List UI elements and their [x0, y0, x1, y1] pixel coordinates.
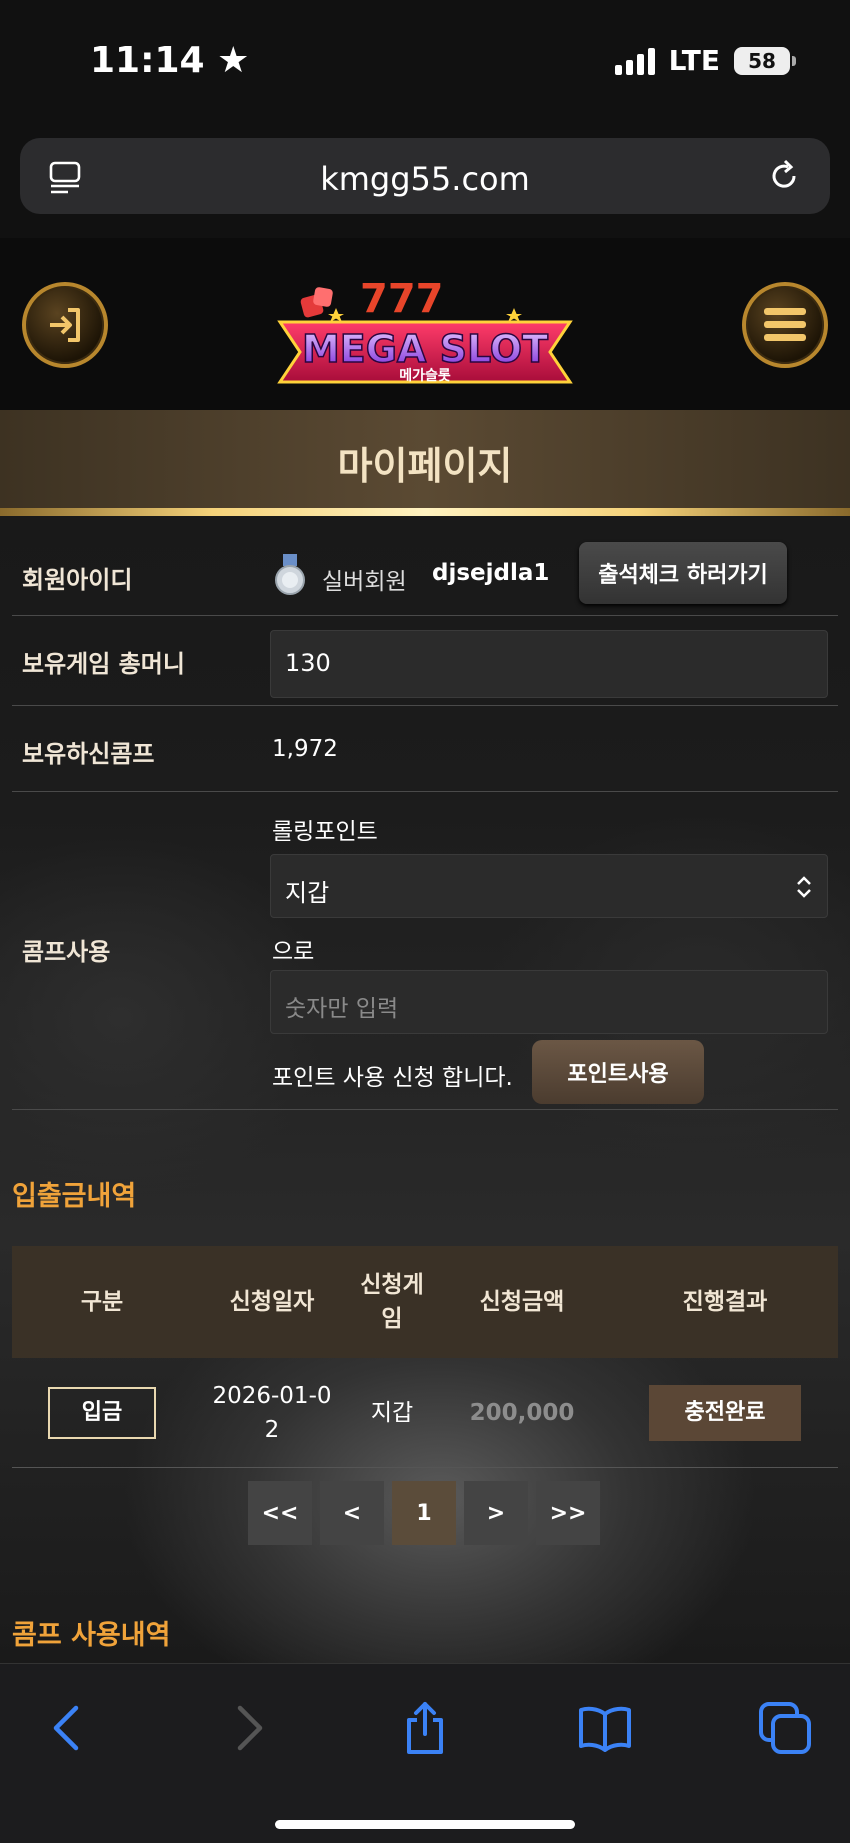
table-row: 입금 2026-01-02 지갑 200,000 충전완료 [12, 1358, 838, 1468]
forward-icon[interactable] [220, 1700, 276, 1756]
status-time: 11:14 ★ [90, 40, 250, 81]
point-amount-input[interactable]: 숫자만 입력 [270, 970, 828, 1034]
attendance-check-button[interactable]: 출석체크 하러가기 [579, 542, 787, 604]
deposit-badge: 입금 [48, 1387, 156, 1439]
bookmarks-icon[interactable] [577, 1700, 633, 1756]
comp-use-label: 콤프사용 [22, 938, 111, 966]
use-point-button[interactable]: 포인트사용 [532, 1040, 704, 1104]
member-id-row: 회원아이디 실버회원 djsejdla1 출석체크 하러가기 [12, 530, 838, 616]
comp-balance-label: 보유하신콤프 [22, 740, 155, 768]
url-text[interactable]: kmgg55.com [20, 160, 830, 198]
status-bar: 11:14 ★ LTE 58 [0, 0, 850, 128]
cell-amount: 200,000 [469, 1400, 575, 1426]
header-game: 신청게임 [360, 1272, 424, 1332]
hamburger-icon [764, 308, 806, 341]
tabs-icon[interactable] [757, 1700, 813, 1756]
comp-history-title: 콤프 사용내역 [12, 1620, 171, 1651]
address-bar[interactable]: kmgg55.com [20, 138, 830, 214]
member-id-label: 회원아이디 [22, 566, 133, 594]
header-type: 구분 [80, 1289, 124, 1315]
header-date: 신청일자 [229, 1289, 315, 1315]
apply-text: 포인트 사용 신청 합니다. [272, 1065, 513, 1091]
menu-button[interactable] [742, 282, 828, 368]
page-title: 마이페이지 [0, 410, 850, 514]
silver-medal-icon [275, 554, 305, 595]
comp-balance-row: 보유하신콤프 1,972 [12, 706, 838, 792]
game-money-label: 보유게임 총머니 [22, 650, 185, 678]
transactions-table-header: 구분 신청일자 신청게임 신청금액 진행결과 [12, 1246, 838, 1358]
share-icon[interactable] [397, 1700, 453, 1756]
mega-slot-logo[interactable]: 777 MEGA SLOT 메가슬롯 [270, 252, 580, 400]
page-next-button[interactable]: > [464, 1481, 528, 1545]
cell-type: 입금 [12, 1358, 192, 1468]
to-label: 으로 [272, 939, 315, 965]
page-current-button[interactable]: 1 [392, 1481, 456, 1545]
site-header: 777 MEGA SLOT 메가슬롯 [0, 238, 850, 410]
svg-text:777: 777 [360, 276, 444, 322]
home-indicator[interactable] [275, 1820, 575, 1829]
transactions-title: 입출금내역 [12, 1181, 137, 1212]
header-amount: 신청금액 [479, 1289, 565, 1315]
game-money-field[interactable]: 130 [270, 630, 828, 698]
login-button[interactable] [22, 282, 108, 368]
battery-icon: 58 [734, 46, 796, 75]
browser-toolbar [0, 1663, 850, 1843]
page-prev-button[interactable]: < [320, 1481, 384, 1545]
signal-icon [614, 47, 655, 75]
page-content: 777 MEGA SLOT 메가슬롯 마이페이지 회원아이디 실버회원 djse… [0, 238, 850, 1663]
reload-icon[interactable] [766, 158, 802, 194]
cell-date: 2026-01-02 [212, 1383, 332, 1443]
pagination: << < 1 > >> [248, 1481, 600, 1545]
wallet-select[interactable]: 지갑 [270, 854, 828, 918]
cell-status: 충전완료 [612, 1358, 838, 1468]
select-arrows-icon [797, 876, 811, 898]
gold-divider [0, 508, 850, 516]
star-icon: ★ [217, 40, 250, 81]
comp-use-row: 콤프사용 롤링포인트 지갑 으로 숫자만 입력 포인트 사용 신청 합니다. 포… [12, 792, 838, 1110]
page-last-button[interactable]: >> [536, 1481, 600, 1545]
rolling-point-label: 롤링포인트 [272, 819, 378, 845]
game-money-row: 보유게임 총머니 130 [12, 616, 838, 706]
status-badge: 충전완료 [649, 1385, 801, 1441]
back-icon[interactable] [40, 1700, 96, 1756]
page-first-button[interactable]: << [248, 1481, 312, 1545]
cell-game: 지갑 [370, 1400, 414, 1426]
comp-balance-value: 1,972 [272, 736, 338, 762]
browser-address-area: kmgg55.com [0, 128, 850, 238]
status-indicators: LTE 58 [614, 44, 796, 77]
member-level: 실버회원 [322, 569, 407, 595]
login-icon [50, 308, 80, 342]
logo-subtext: 메가슬롯 [399, 368, 451, 384]
logo-text: MEGA SLOT [302, 327, 548, 371]
member-id-value: djsejdla1 [432, 560, 550, 586]
header-status: 진행결과 [682, 1289, 768, 1315]
network-type: LTE [668, 44, 720, 77]
